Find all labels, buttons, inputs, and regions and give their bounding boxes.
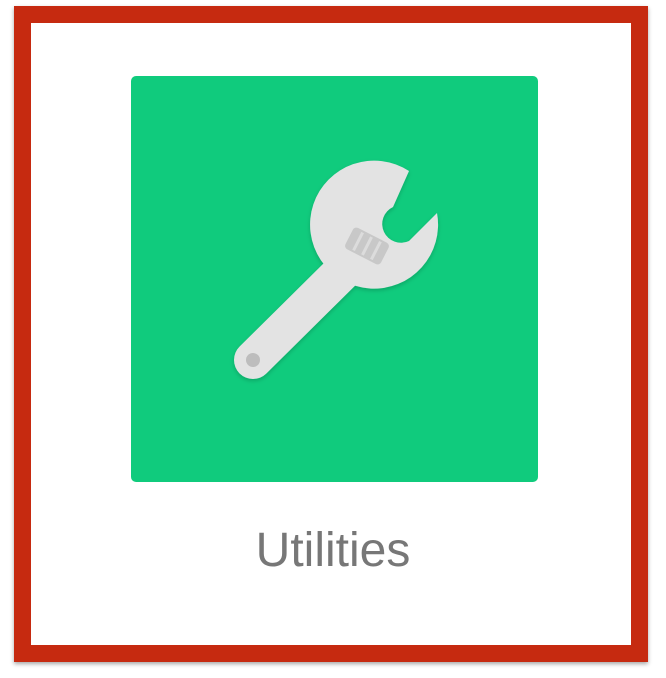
app-tile-label: Utilities [255, 524, 411, 577]
utilities-app-tile[interactable] [131, 76, 538, 482]
page: Utilities [0, 0, 666, 678]
wrench-icon [234, 160, 439, 379]
